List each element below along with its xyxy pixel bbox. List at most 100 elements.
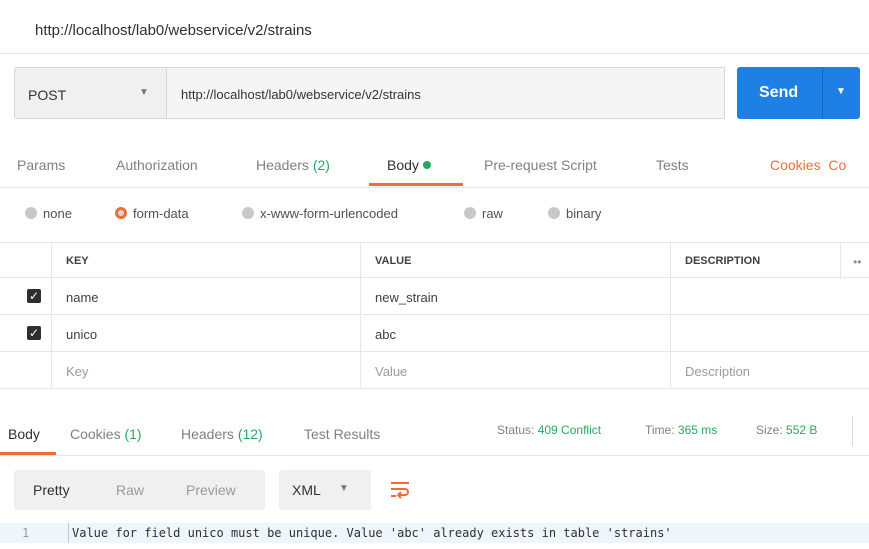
response-body-text[interactable]: Value for field unico must be unique. Va… bbox=[72, 526, 672, 540]
new-value-placeholder: Value bbox=[375, 364, 408, 379]
resp-tab-test-results[interactable]: Test Results bbox=[304, 426, 380, 442]
view-pretty-button[interactable]: Pretty bbox=[33, 482, 70, 498]
radio-none[interactable]: none bbox=[25, 206, 72, 221]
response-tabs: Body Cookies (1) Headers (12) Test Resul… bbox=[0, 404, 869, 456]
tab-params[interactable]: Params bbox=[17, 157, 65, 173]
time-label: Time: bbox=[645, 423, 675, 437]
resp-tab-body[interactable]: Body bbox=[8, 426, 40, 442]
time-value: 365 ms bbox=[677, 423, 718, 437]
cookies-link-label: Cookies bbox=[770, 157, 821, 173]
active-resp-tab-underline bbox=[0, 452, 56, 455]
resp-tab-headers-count: (12) bbox=[237, 426, 263, 442]
url-text: http://localhost/lab0/webservice/v2/stra… bbox=[181, 87, 421, 102]
size-label: Size: bbox=[756, 423, 783, 437]
request-title[interactable]: http://localhost/lab0/webservice/v2/stra… bbox=[35, 22, 312, 39]
resp-tab-cookies-label: Cookies bbox=[70, 426, 121, 442]
header-key: KEY bbox=[51, 243, 360, 279]
row-key: name bbox=[66, 290, 99, 305]
url-input[interactable]: http://localhost/lab0/webservice/v2/stra… bbox=[167, 67, 725, 119]
active-tab-underline bbox=[369, 183, 463, 186]
row-key: unico bbox=[66, 327, 98, 342]
radio-on-icon bbox=[115, 207, 127, 219]
tab-headers-label: Headers bbox=[256, 157, 309, 173]
radio-none-label: none bbox=[43, 206, 72, 221]
line-number: 1 bbox=[22, 526, 30, 540]
new-key-placeholder: Key bbox=[66, 364, 89, 379]
tab-headers[interactable]: Headers (2) bbox=[256, 157, 330, 173]
more-options-icon[interactable]: •• bbox=[853, 255, 861, 269]
radio-binary[interactable]: binary bbox=[548, 206, 601, 221]
row-value-cell[interactable]: new_strain bbox=[360, 279, 670, 315]
status-label: Status: bbox=[497, 423, 535, 437]
row-checkbox[interactable]: ✓ bbox=[27, 326, 41, 340]
new-value-input[interactable]: Value bbox=[360, 353, 670, 389]
view-raw-button[interactable]: Raw bbox=[116, 482, 144, 498]
resp-tab-headers-label: Headers bbox=[181, 426, 234, 442]
row-key-cell[interactable]: name bbox=[51, 279, 360, 315]
format-label: XML bbox=[292, 482, 321, 498]
tab-body[interactable]: Body bbox=[387, 157, 431, 173]
resp-tab-cookies[interactable]: Cookies (1) bbox=[70, 426, 142, 442]
new-description-input[interactable]: Description bbox=[670, 353, 869, 389]
table-row-new: Key Value Description bbox=[0, 353, 869, 389]
tab-authorization[interactable]: Authorization bbox=[116, 157, 198, 173]
radio-form-data[interactable]: form-data bbox=[115, 206, 189, 221]
row-value: abc bbox=[375, 327, 396, 342]
row-description-cell[interactable] bbox=[670, 279, 869, 315]
header-value: VALUE bbox=[360, 243, 670, 279]
view-preview-button[interactable]: Preview bbox=[186, 482, 236, 498]
status-info: Status: 409 Conflict bbox=[497, 423, 601, 437]
request-tabs: Params Authorization Headers (2) Body Pr… bbox=[0, 142, 869, 188]
send-divider bbox=[822, 67, 823, 119]
resp-tab-headers[interactable]: Headers (12) bbox=[181, 426, 263, 442]
tab-pre-request-script[interactable]: Pre-request Script bbox=[484, 157, 597, 173]
radio-binary-label: binary bbox=[566, 206, 602, 221]
row-key-cell[interactable]: unico bbox=[51, 316, 360, 352]
code-link[interactable]: Co bbox=[828, 157, 846, 173]
body-indicator-dot-icon bbox=[422, 161, 431, 169]
url-row: POST ▼ http://localhost/lab0/webservice/… bbox=[14, 67, 860, 119]
format-select[interactable]: XML ▼ bbox=[279, 470, 371, 510]
cookies-link[interactable]: Cookies Co bbox=[770, 157, 846, 173]
size-info[interactable]: Size: 552 B bbox=[756, 423, 817, 437]
view-mode-group: Pretty Raw Preview bbox=[14, 470, 265, 510]
size-value: 552 B bbox=[786, 423, 818, 437]
radio-off-icon bbox=[548, 207, 560, 219]
time-info: Time: 365 ms bbox=[645, 423, 717, 437]
header-key-label: KEY bbox=[66, 255, 89, 267]
radio-x-www-form-urlencoded[interactable]: x-www-form-urlencoded bbox=[242, 206, 398, 221]
tab-headers-count: (2) bbox=[312, 157, 330, 173]
radio-off-icon bbox=[464, 207, 476, 219]
radio-raw-label: raw bbox=[482, 206, 503, 221]
wrap-lines-icon[interactable] bbox=[388, 478, 412, 502]
method-select[interactable]: POST ▼ bbox=[14, 67, 167, 119]
response-code-line: 1 Value for field unico must be unique. … bbox=[0, 523, 869, 543]
header-more[interactable]: •• bbox=[840, 243, 869, 279]
tab-body-label: Body bbox=[387, 157, 419, 173]
table-header-row: KEY VALUE DESCRIPTION •• bbox=[0, 242, 869, 279]
row-value-cell[interactable]: abc bbox=[360, 316, 670, 352]
radio-off-icon bbox=[25, 207, 37, 219]
method-label: POST bbox=[28, 87, 67, 103]
tab-tests[interactable]: Tests bbox=[656, 157, 689, 173]
chevron-down-icon: ▼ bbox=[139, 87, 149, 98]
header-description-label: DESCRIPTION bbox=[685, 255, 761, 267]
status-value: 409 Conflict bbox=[537, 423, 602, 437]
radio-form-data-label: form-data bbox=[133, 206, 189, 221]
send-button[interactable]: Send ▼ bbox=[737, 67, 860, 119]
gutter-divider bbox=[68, 523, 69, 543]
chevron-down-icon: ▼ bbox=[339, 483, 349, 494]
send-label: Send bbox=[759, 84, 799, 101]
radio-raw[interactable]: raw bbox=[464, 206, 503, 221]
row-value: new_strain bbox=[375, 290, 438, 305]
row-checkbox[interactable]: ✓ bbox=[27, 289, 41, 303]
request-title-bar: http://localhost/lab0/webservice/v2/stra… bbox=[0, 0, 869, 54]
send-options-chevron-icon[interactable]: ▼ bbox=[836, 86, 846, 97]
row-description-cell[interactable] bbox=[670, 316, 869, 352]
new-key-input[interactable]: Key bbox=[51, 353, 360, 389]
radio-urlencoded-label: x-www-form-urlencoded bbox=[260, 206, 398, 221]
header-value-label: VALUE bbox=[375, 255, 412, 267]
radio-off-icon bbox=[242, 207, 254, 219]
resp-tab-cookies-count: (1) bbox=[124, 426, 142, 442]
table-row: ✓ unico abc bbox=[0, 316, 869, 352]
